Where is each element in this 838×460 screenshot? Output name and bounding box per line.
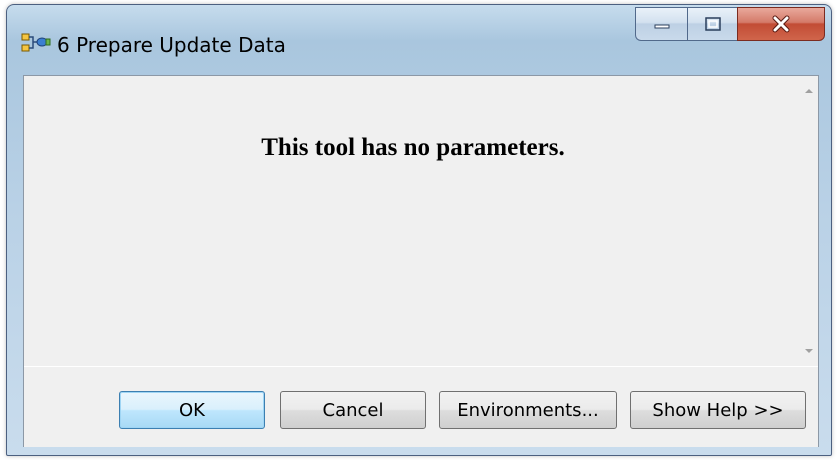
- environments-button[interactable]: Environments...: [439, 391, 617, 429]
- parameters-panel: This tool has no parameters.: [24, 76, 818, 366]
- no-parameters-message: This tool has no parameters.: [261, 134, 565, 161]
- caption-buttons: [635, 7, 825, 45]
- cancel-button[interactable]: Cancel: [280, 391, 426, 429]
- vertical-scrollbar[interactable]: [800, 76, 818, 366]
- minimize-icon: [654, 24, 669, 29]
- scroll-down-icon: [805, 349, 813, 353]
- dialog-client-area: This tool has no parameters. OK Cancel E…: [23, 75, 819, 447]
- minimize-button[interactable]: [635, 7, 687, 41]
- scroll-down-button[interactable]: [800, 342, 818, 360]
- maximize-button[interactable]: [687, 7, 737, 41]
- model-tool-icon: [21, 33, 51, 52]
- ok-button[interactable]: OK: [119, 391, 265, 429]
- close-icon: [772, 15, 790, 33]
- window-title: 6 Prepare Update Data: [57, 33, 286, 57]
- close-button[interactable]: [737, 7, 825, 41]
- button-bar: OK Cancel Environments... Show Help >>: [24, 366, 818, 447]
- title-bar[interactable]: 6 Prepare Update Data: [7, 5, 831, 75]
- show-help-button[interactable]: Show Help >>: [630, 391, 806, 429]
- maximize-icon: [704, 17, 721, 31]
- dialog-window: 6 Prepare Update Data This tool has no p…: [6, 4, 832, 456]
- scroll-up-icon: [805, 89, 813, 93]
- scroll-up-button[interactable]: [800, 82, 818, 100]
